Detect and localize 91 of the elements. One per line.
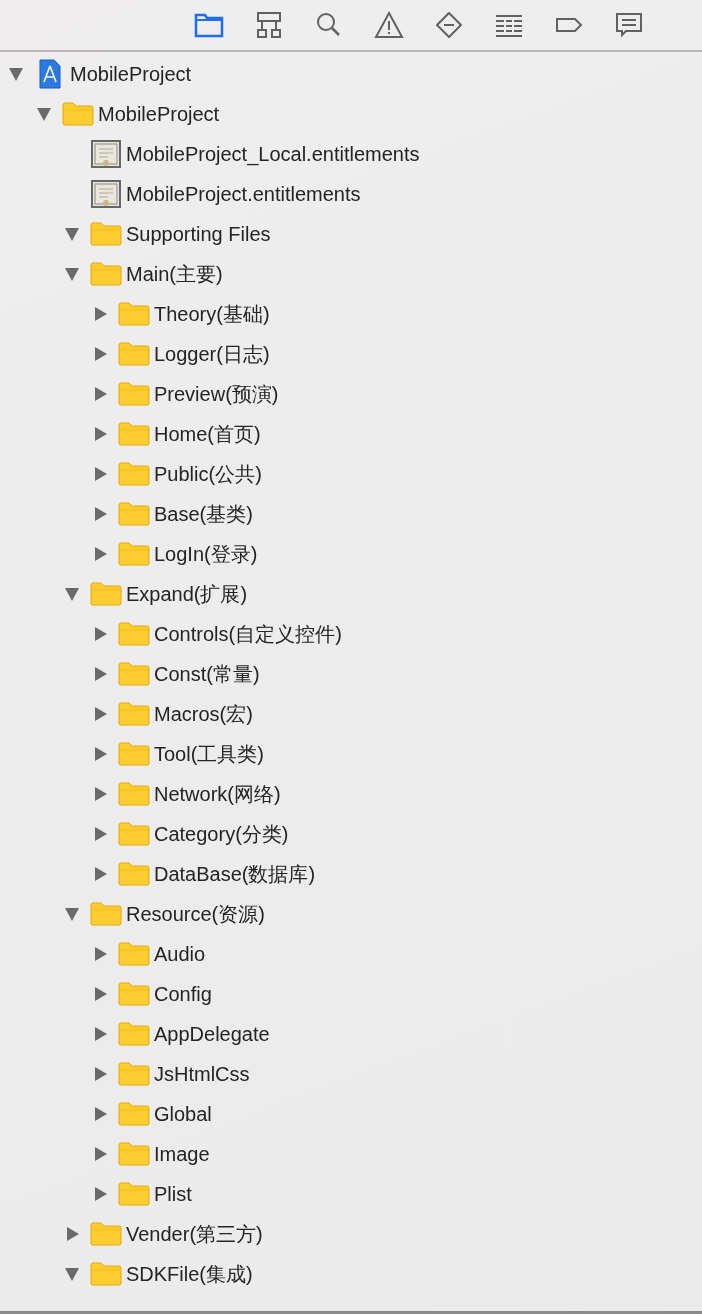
folder-name[interactable]: Macros(宏) xyxy=(154,700,253,728)
file-name[interactable]: MobileProject.entitlements xyxy=(126,182,361,206)
folder-name[interactable]: Image xyxy=(154,1142,210,1166)
folder-name[interactable]: Supporting Files xyxy=(126,222,271,246)
folder-icon xyxy=(90,222,122,246)
folder-name[interactable]: Resource(资源) xyxy=(126,900,265,928)
collapse-triangle-icon[interactable] xyxy=(92,1186,108,1202)
folder-name[interactable]: SDKFile(集成) xyxy=(126,1260,253,1288)
folder-name[interactable]: Controls(自定义控件) xyxy=(154,620,342,648)
certificate-icon xyxy=(91,179,121,209)
collapse-triangle-icon[interactable] xyxy=(92,466,108,482)
folder-icon xyxy=(118,462,150,486)
folder-name[interactable]: Network(网络) xyxy=(154,780,281,808)
folder-name[interactable]: AppDelegate xyxy=(154,1022,270,1046)
folder-name[interactable]: Global xyxy=(154,1102,212,1126)
collapse-triangle-icon[interactable] xyxy=(92,946,108,962)
folder-icon xyxy=(118,1022,150,1046)
folder-name[interactable]: Config xyxy=(154,982,212,1006)
collapse-triangle-icon[interactable] xyxy=(92,866,108,882)
expand-triangle-icon[interactable] xyxy=(8,66,24,82)
expand-triangle-icon[interactable] xyxy=(64,226,80,242)
folder-icon xyxy=(118,942,150,966)
folder-icon xyxy=(118,302,150,326)
collapse-triangle-icon[interactable] xyxy=(92,1026,108,1042)
folder-name[interactable]: Main(主要) xyxy=(126,260,223,288)
folder-name[interactable]: Base(基类) xyxy=(154,500,253,528)
folder-name[interactable]: MobileProject xyxy=(98,102,220,126)
project-file-icon xyxy=(39,59,61,89)
collapse-triangle-icon[interactable] xyxy=(92,746,108,762)
collapse-triangle-icon[interactable] xyxy=(92,386,108,402)
folder-icon xyxy=(118,1182,150,1206)
collapse-triangle-icon[interactable] xyxy=(64,1226,80,1242)
folder-icon xyxy=(90,262,122,286)
folder-icon xyxy=(118,382,150,406)
folder-icon xyxy=(118,622,150,646)
folder-name[interactable]: Expand(扩展) xyxy=(126,580,248,608)
folder-name[interactable]: Category(分类) xyxy=(154,820,289,848)
collapse-triangle-icon[interactable] xyxy=(92,1146,108,1162)
collapse-triangle-icon[interactable] xyxy=(92,706,108,722)
folder-icon xyxy=(90,1222,122,1246)
folder-icon xyxy=(90,582,122,606)
folder-icon xyxy=(90,1262,122,1286)
folder-name[interactable]: Theory(基础) xyxy=(154,300,270,328)
folder-name[interactable]: JsHtmlCss xyxy=(154,1062,250,1086)
folder-icon xyxy=(90,902,122,926)
folder-icon xyxy=(118,742,150,766)
folder-icon xyxy=(118,782,150,806)
folder-icon xyxy=(118,542,150,566)
collapse-triangle-icon[interactable] xyxy=(92,626,108,642)
collapse-triangle-icon[interactable] xyxy=(92,786,108,802)
collapse-triangle-icon[interactable] xyxy=(92,986,108,1002)
folder-name[interactable]: DataBase(数据库) xyxy=(154,860,316,888)
expand-triangle-icon[interactable] xyxy=(64,1266,80,1282)
folder-icon xyxy=(118,342,150,366)
collapse-triangle-icon[interactable] xyxy=(92,426,108,442)
expand-triangle-icon[interactable] xyxy=(64,906,80,922)
collapse-triangle-icon[interactable] xyxy=(92,306,108,322)
folder-icon xyxy=(118,1102,150,1126)
folder-icon xyxy=(118,1142,150,1166)
folder-name[interactable]: Plist xyxy=(154,1182,192,1206)
folder-name[interactable]: LogIn(登录) xyxy=(154,540,258,568)
folder-name[interactable]: Home(首页) xyxy=(154,420,261,448)
expand-triangle-icon[interactable] xyxy=(64,586,80,602)
folder-name[interactable]: Public(公共) xyxy=(154,460,262,488)
collapse-triangle-icon[interactable] xyxy=(92,1066,108,1082)
folder-icon xyxy=(62,102,94,126)
collapse-triangle-icon[interactable] xyxy=(92,546,108,562)
folder-icon xyxy=(118,862,150,886)
collapse-triangle-icon[interactable] xyxy=(92,666,108,682)
expand-triangle-icon[interactable] xyxy=(36,106,52,122)
file-name[interactable]: MobileProject_Local.entitlements xyxy=(126,142,420,166)
collapse-triangle-icon[interactable] xyxy=(92,826,108,842)
folder-name[interactable]: Vender(第三方) xyxy=(126,1220,263,1248)
collapse-triangle-icon[interactable] xyxy=(92,346,108,362)
project-name[interactable]: MobileProject xyxy=(70,62,192,86)
folder-icon xyxy=(118,662,150,686)
certificate-icon xyxy=(91,139,121,169)
folder-icon xyxy=(118,982,150,1006)
folder-icon xyxy=(118,702,150,726)
collapse-triangle-icon[interactable] xyxy=(92,506,108,522)
expand-triangle-icon[interactable] xyxy=(64,266,80,282)
folder-name[interactable]: Logger(日志) xyxy=(154,340,270,368)
folder-icon xyxy=(118,822,150,846)
folder-icon xyxy=(118,422,150,446)
folder-icon xyxy=(118,1062,150,1086)
collapse-triangle-icon[interactable] xyxy=(92,1106,108,1122)
folder-icon xyxy=(118,502,150,526)
folder-name[interactable]: Preview(预演) xyxy=(154,380,279,408)
folder-name[interactable]: Audio xyxy=(154,942,206,966)
folder-name[interactable]: Const(常量) xyxy=(154,660,260,688)
folder-name[interactable]: Tool(工具类) xyxy=(154,740,264,768)
